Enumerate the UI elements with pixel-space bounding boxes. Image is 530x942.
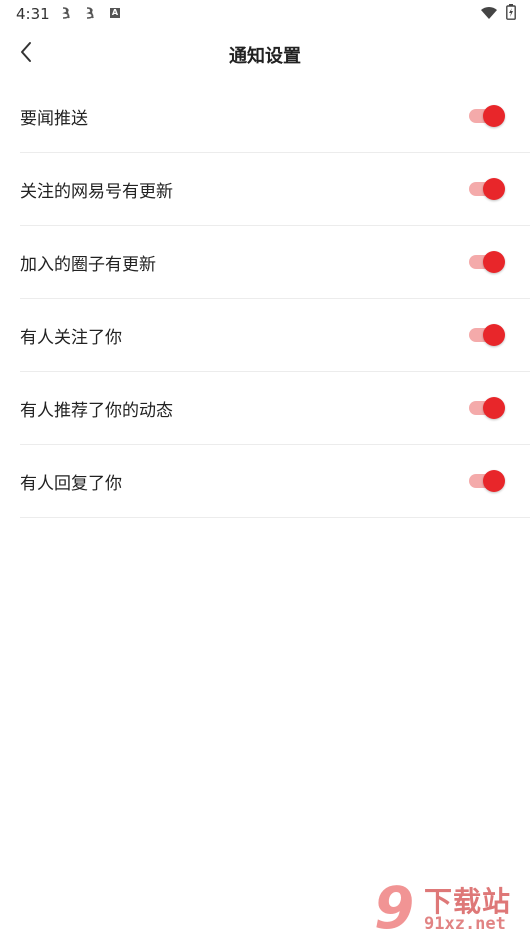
new-follower-toggle[interactable] [467,322,507,348]
setting-row-headline-push: 要闻推送 [20,80,530,153]
headline-push-toggle[interactable] [467,103,507,129]
new-reply-toggle[interactable] [467,468,507,494]
toggle-thumb [483,105,505,127]
watermark-domain: 91xz.net [424,914,506,934]
setting-label: 加入的圈子有更新 [20,254,156,275]
status-right-icons [480,4,516,24]
toggle-thumb [483,470,505,492]
toggle-thumb [483,178,505,200]
settings-list: 要闻推送 关注的网易号有更新 加入的圈子有更新 有人关注了你 有人推荐了你的动态 [20,80,530,518]
toggle-thumb [483,324,505,346]
status-bar: 4:31 A [0,0,530,28]
post-recommended-toggle[interactable] [467,395,507,421]
joined-circle-updates-toggle[interactable] [467,249,507,275]
setting-label: 有人回复了你 [20,473,122,494]
setting-row-joined-circle-updates: 加入的圈子有更新 [20,226,530,299]
toggle-thumb [483,397,505,419]
followed-account-updates-toggle[interactable] [467,176,507,202]
notification-icon [84,6,98,24]
setting-label: 有人推荐了你的动态 [20,400,173,421]
setting-label: 关注的网易号有更新 [20,181,173,202]
wifi-icon [480,5,498,24]
watermark-logo: 9 下载站 91xz.net [368,874,528,942]
setting-row-new-follower: 有人关注了你 [20,299,530,372]
a-badge-icon: A [110,8,120,18]
setting-row-followed-account-updates: 关注的网易号有更新 [20,153,530,226]
notification-icon [60,6,74,24]
status-time: 4:31 [16,5,50,23]
setting-label: 有人关注了你 [20,327,122,348]
header: 通知设置 [0,28,530,80]
toggle-thumb [483,251,505,273]
page-title: 通知设置 [229,46,301,67]
setting-label: 要闻推送 [20,108,88,129]
watermark-nine: 9 [374,874,415,942]
setting-row-new-reply: 有人回复了你 [20,445,530,518]
setting-row-post-recommended: 有人推荐了你的动态 [20,372,530,445]
battery-icon [506,4,516,24]
